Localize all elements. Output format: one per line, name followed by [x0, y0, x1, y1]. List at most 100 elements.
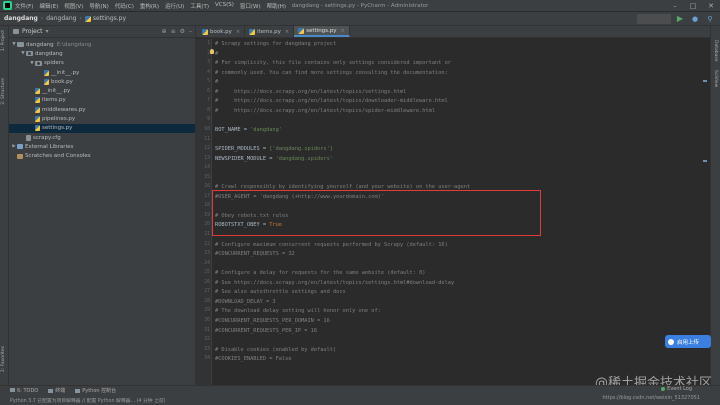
close-icon[interactable]: × [285, 29, 289, 35]
menu-item[interactable]: 帮助(H) [267, 2, 286, 10]
python-file-icon [84, 15, 91, 22]
project-tree-item[interactable]: ▼ dangdang [9, 49, 195, 58]
hide-icon[interactable]: – [189, 28, 192, 35]
chevron-right-icon: › [40, 15, 44, 22]
minimize-icon[interactable]: – [666, 0, 684, 12]
project-tree-item[interactable]: pipelines.py [9, 114, 195, 123]
project-tree-item[interactable]: items.py [9, 96, 195, 105]
line-number: 25 [204, 270, 210, 276]
breadcrumb-file-label: settings.py [92, 15, 127, 22]
menu-item[interactable]: 编辑(E) [39, 2, 58, 10]
menu-item[interactable]: 重构(R) [140, 2, 159, 10]
project-tree-item[interactable]: scrapy.cfg [9, 133, 195, 142]
gear-icon[interactable]: ⚙ [180, 28, 185, 35]
pycharm-logo-icon [3, 1, 12, 10]
line-number: 34 [204, 356, 210, 362]
breadcrumb-project[interactable]: dangdang [4, 15, 38, 22]
config-file-icon [26, 134, 31, 141]
tool-tab-sciview[interactable]: SciView [713, 70, 718, 87]
tool-tab-todo[interactable]: 6: TODO [10, 388, 38, 394]
code-line: #COOKIES_ENABLED = False [215, 356, 292, 363]
tool-tab-favorites[interactable]: 2: Favorites [1, 346, 6, 372]
watermark-url: https://blog.csdn.net/weixin_51327051 [602, 395, 700, 401]
event-log-label: Event Log [667, 386, 692, 392]
tool-tab-todo-label: 6: TODO [17, 387, 39, 394]
tool-tab-terminal-label: 终端 [55, 388, 66, 394]
tool-tab-terminal[interactable]: 终端 [48, 387, 65, 394]
menu-item[interactable]: 视图(V) [64, 2, 83, 10]
editor-tab[interactable]: settings.py × [294, 26, 350, 37]
line-number: 7 [207, 98, 210, 104]
project-tree-item[interactable]: __init__.py [9, 86, 195, 95]
line-number: 10 [204, 126, 210, 132]
line-number: 3 [207, 60, 210, 66]
code-line: # Disable cookies (enabled by default) [215, 346, 337, 353]
editor-tab[interactable]: book.py × [198, 26, 246, 37]
project-tree-item[interactable]: __init__.py [9, 68, 195, 77]
python-file-icon [202, 28, 208, 35]
menu-item[interactable]: 窗口(W) [240, 2, 261, 10]
breadcrumb-module[interactable]: dangdang [46, 15, 76, 22]
line-number: 33 [204, 346, 210, 352]
tool-tab-database[interactable]: Database [713, 40, 718, 61]
lightbulb-icon[interactable] [210, 49, 214, 54]
menu-item[interactable]: 文件(F) [15, 2, 33, 10]
line-number: 21 [204, 232, 210, 237]
chevron-down-icon: ▾ [45, 28, 49, 35]
project-tree-item[interactable]: middlewares.py [9, 105, 195, 114]
folder-icon [17, 42, 24, 48]
project-tree-item-label: pipelines.py [42, 116, 76, 123]
line-number: 14 [204, 165, 210, 171]
close-icon[interactable]: × [341, 28, 345, 34]
menu-item[interactable]: 工具(T) [190, 2, 209, 10]
upload-float-label: 启用上传 [677, 339, 700, 346]
run-icon[interactable]: ▶ [674, 14, 686, 24]
window-controls: – □ ✕ [666, 0, 720, 12]
code-line: # Configure a delay for requests for the… [215, 270, 426, 277]
search-icon[interactable]: ⚲ [704, 14, 716, 24]
menu-item[interactable]: 代码(C) [115, 2, 134, 10]
editor-tab[interactable]: items.py × [245, 26, 295, 37]
line-number: 24 [204, 260, 210, 266]
line-number: 27 [204, 289, 210, 295]
upload-float-button[interactable]: 启用上传 [665, 335, 711, 348]
code-value: 'dangdang.spiders' [275, 155, 333, 162]
tool-tab-python-console[interactable]: Python 控制台 [75, 387, 116, 394]
project-tree-item[interactable]: settings.py [9, 123, 195, 133]
project-tree-item[interactable]: Scratches and Consoles [9, 152, 195, 161]
breadcrumb-file[interactable]: settings.py [84, 15, 127, 22]
code-line: SPIDER_MODULES = ['dangdang.spiders'] [215, 146, 333, 152]
tool-tab-structure[interactable]: 2: Structure [1, 78, 6, 105]
terminal-icon [48, 388, 54, 393]
menu-item[interactable]: 运行(U) [165, 2, 184, 10]
close-icon[interactable]: ✕ [702, 0, 720, 12]
project-tree-item-label: __init__.py [51, 69, 80, 76]
tool-tab-project[interactable]: 1: Project [1, 30, 6, 51]
run-config-dropdown[interactable] [637, 14, 671, 24]
code-line: #CONCURRENT_REQUESTS_PER_DOMAIN = 16 [215, 317, 330, 324]
menu-item[interactable]: 导航(N) [89, 2, 108, 10]
scroll-marker [703, 80, 707, 82]
code-line: BOT_NAME = 'dangdang' [215, 127, 282, 133]
maximize-icon[interactable]: □ [684, 0, 702, 12]
code-line: # https://docs.scrapy.org/en/latest/topi… [215, 98, 448, 105]
project-tree-item[interactable]: ▶ External Libraries [9, 142, 195, 151]
project-tree-item[interactable]: ▼ dangdang E:\dangdang [9, 40, 195, 49]
line-number: 31 [204, 327, 210, 333]
code-line: # Scrapy settings for dangdang project [215, 41, 337, 47]
project-tree-item[interactable]: book.py [9, 77, 195, 86]
event-log-button[interactable]: Event Log [661, 386, 692, 392]
bottom-tool-tabs: 6: TODO 终端 Python 控制台 [0, 385, 720, 395]
debug-icon[interactable]: ● [689, 14, 701, 24]
collapse-icon[interactable]: ≡ [171, 28, 176, 35]
line-number: 9 [207, 117, 210, 123]
editor-scrollbar[interactable] [703, 40, 708, 380]
editor-tabs: book.py × items.py × settings.py × [196, 26, 710, 38]
project-tree-item-label: settings.py [42, 125, 73, 132]
menu-item[interactable]: VCS(S) [215, 2, 234, 10]
python-console-icon [75, 388, 81, 393]
python-file-icon [35, 125, 40, 132]
close-icon[interactable]: × [236, 29, 240, 35]
locate-icon[interactable]: ⊕ [162, 28, 167, 35]
project-tree-item[interactable]: ▼ spiders [9, 59, 195, 68]
